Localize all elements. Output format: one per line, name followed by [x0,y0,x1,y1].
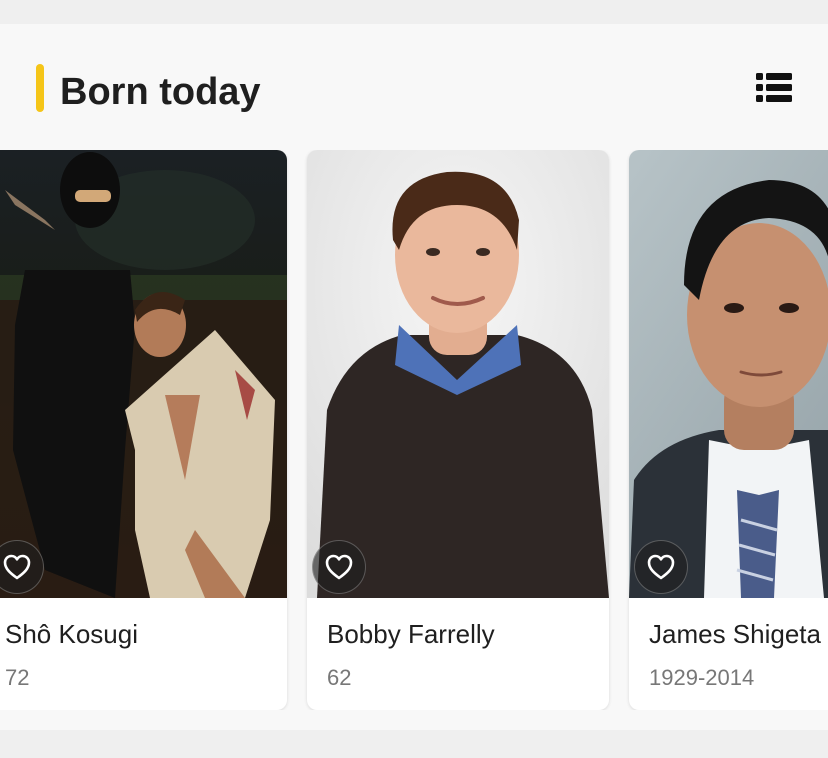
favorite-button[interactable] [312,540,366,594]
list-view-button[interactable] [752,68,796,108]
person-name[interactable]: Bobby Farrelly [327,618,495,650]
person-age: 62 [327,665,352,690]
person-card-sho-kosugi[interactable]: Shô Kosugi 72 [0,150,287,710]
person-photo[interactable] [0,150,287,598]
heart-outline-icon [325,554,353,580]
section-header: Born today [0,24,828,148]
section-title[interactable]: Born today [60,68,261,116]
person-card-bobby-farrelly[interactable]: Bobby Farrelly 62 [307,150,609,710]
person-age: 72 [5,665,30,690]
person-lifespan: 1929-2014 [649,665,755,690]
person-name[interactable]: Shô Kosugi [5,618,138,650]
list-view-icon [756,73,792,102]
people-carousel[interactable]: Shô Kosugi 72 Bobby Farrelly 62 James Sh… [0,150,828,710]
section-accent-bar [36,64,44,112]
favorite-button[interactable] [634,540,688,594]
heart-outline-icon [3,554,31,580]
person-name[interactable]: James Shigeta [649,618,821,650]
person-photo[interactable] [629,150,828,598]
born-today-section: Born today Shô Kosugi 72 Bobby Farrelly … [0,24,828,730]
heart-outline-icon [647,554,675,580]
person-photo[interactable] [307,150,609,598]
person-card-james-shigeta[interactable]: James Shigeta 1929-2014 [629,150,828,710]
